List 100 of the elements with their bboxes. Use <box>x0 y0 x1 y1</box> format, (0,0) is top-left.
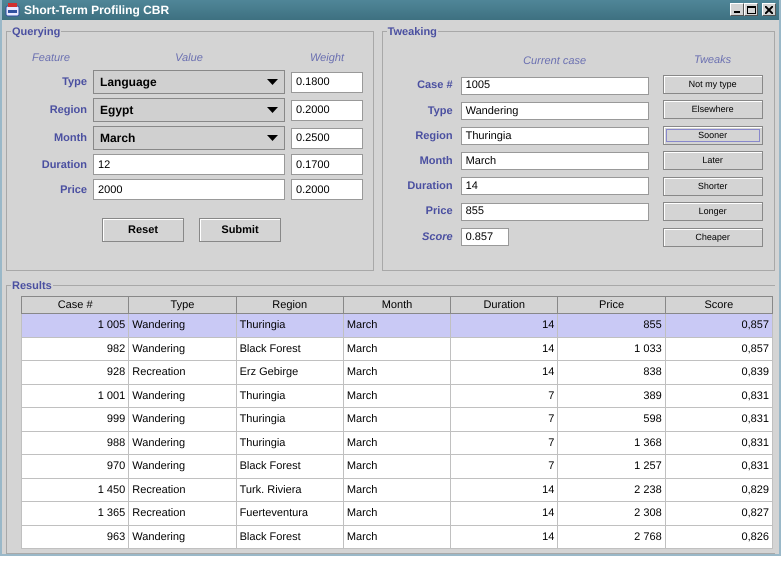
action-button[interactable]: Submit <box>199 218 281 242</box>
dropdown[interactable]: Language <box>93 70 285 94</box>
field-label: Region <box>50 104 87 116</box>
weight-field[interactable]: 0.2000 <box>291 179 363 200</box>
tweak-button[interactable]: Cheaper <box>662 228 763 247</box>
action-button[interactable]: Reset <box>102 218 184 242</box>
dropdown[interactable]: March <box>93 126 285 150</box>
tweak-button[interactable]: Longer <box>662 202 763 222</box>
field-label: Type <box>62 76 87 88</box>
table-cell: March <box>343 525 451 548</box>
table-row[interactable]: 1 001 Wandering Thuringia March 7 389 0,831 <box>22 384 772 408</box>
column-header[interactable]: Price <box>558 296 666 314</box>
field-label: Price <box>426 205 453 218</box>
table-cell: Thuringia <box>236 384 344 408</box>
table-cell: 0,839 <box>665 360 772 384</box>
table-cell: 14 <box>450 337 558 360</box>
table-cell: Wandering <box>128 384 236 408</box>
table-cell: 982 <box>22 337 129 360</box>
table-cell: Turk. Riviera <box>236 478 344 502</box>
table-row[interactable]: 928 Recreation Erz Gebirge March 14 838 0,839 <box>22 360 772 384</box>
table-cell: 928 <box>22 360 129 384</box>
table-cell: March <box>343 337 451 360</box>
column-header: Value <box>175 52 203 64</box>
table-cell: 14 <box>450 478 558 502</box>
table-cell: March <box>343 502 451 525</box>
tweak-button[interactable]: Later <box>662 151 763 170</box>
tweak-button[interactable]: Not my type <box>662 74 763 94</box>
column-header[interactable]: Month <box>343 296 451 314</box>
table-cell: 855 <box>558 314 666 337</box>
minimize-icon <box>734 11 740 14</box>
table-cell: 1 450 <box>22 478 129 502</box>
table-cell: 1 368 <box>558 431 666 454</box>
weight-field[interactable]: 0.2000 <box>291 100 363 121</box>
table-cell: 1 365 <box>22 502 129 525</box>
table-row[interactable]: 1 005 Wandering Thuringia March 14 855 0,857 <box>22 314 772 337</box>
table-cell: Thuringia <box>236 408 344 431</box>
field-label: Month <box>420 154 453 167</box>
table-cell: March <box>343 478 451 502</box>
field-label: Month <box>54 132 87 144</box>
table-cell: 7 <box>450 431 558 454</box>
table-cell: Thuringia <box>236 314 344 337</box>
column-header[interactable]: Duration <box>450 296 558 314</box>
case-field: 0.857 <box>460 228 509 246</box>
dropdown[interactable]: Egypt <box>93 98 285 122</box>
table-cell: 7 <box>450 384 558 408</box>
input-field[interactable]: 2000 <box>93 179 285 200</box>
table-cell: Wandering <box>128 431 236 454</box>
maximize-button[interactable] <box>744 3 758 16</box>
tweak-button[interactable]: Elsewhere <box>662 100 763 120</box>
caret-icon <box>267 107 278 114</box>
table-cell: 0,829 <box>665 478 772 502</box>
table-cell: 0,831 <box>665 454 772 478</box>
table-cell: 1 001 <box>22 384 129 408</box>
column-header: Feature <box>32 52 70 64</box>
table-cell: Erz Gebirge <box>236 360 344 384</box>
app-icon <box>5 2 20 17</box>
table-cell: Wandering <box>128 454 236 478</box>
table-cell: 999 <box>22 408 129 431</box>
weight-field[interactable]: 0.2500 <box>291 128 363 149</box>
table-row[interactable]: 963 Wandering Black Forest March 14 2 768 0,826 <box>22 525 772 548</box>
table-cell: Wandering <box>128 408 236 431</box>
table-row[interactable]: 970 Wandering Black Forest March 7 1 257 0,831 <box>22 454 772 478</box>
minimize-button[interactable] <box>730 3 744 16</box>
field-label: Price <box>60 184 87 196</box>
table-row[interactable]: 1 450 Recreation Turk. Riviera March 14 2 238 0,829 <box>22 478 772 502</box>
caret-icon <box>267 135 278 142</box>
tweak-button[interactable]: Sooner <box>662 126 763 145</box>
table-cell: 14 <box>450 525 558 548</box>
table-cell: March <box>343 431 451 454</box>
close-button[interactable] <box>762 3 776 16</box>
window-title: Short-Term Profiling CBR <box>24 2 170 19</box>
case-field: 14 <box>460 177 649 196</box>
case-field: 1005 <box>460 76 649 95</box>
table-row[interactable]: 1 365 Recreation Fuerteventura March 14 2 308 0,827 <box>22 502 772 525</box>
column-header[interactable]: Case # <box>22 296 129 314</box>
field-label: Case # <box>417 79 453 92</box>
column-header[interactable]: Region <box>236 296 344 314</box>
table-row[interactable]: 999 Wandering Thuringia March 7 598 0,831 <box>22 408 772 431</box>
table-cell: Wandering <box>128 337 236 360</box>
weight-field[interactable]: 0.1800 <box>291 72 363 93</box>
column-header[interactable]: Type <box>128 296 236 314</box>
table-cell: March <box>343 314 451 337</box>
table-cell: Black Forest <box>236 454 344 478</box>
table-cell: Wandering <box>128 525 236 548</box>
table-cell: 0,831 <box>665 384 772 408</box>
table-cell: 2 238 <box>558 478 666 502</box>
table-cell: 7 <box>450 408 558 431</box>
tweak-button[interactable]: Shorter <box>662 176 763 196</box>
table-cell: 7 <box>450 454 558 478</box>
table-row[interactable]: 988 Wandering Thuringia March 7 1 368 0,831 <box>22 431 772 454</box>
table-cell: 14 <box>450 360 558 384</box>
input-field[interactable]: 12 <box>93 154 285 176</box>
column-header: Weight <box>310 52 344 64</box>
table-row[interactable]: 982 Wandering Black Forest March 14 1 033 0,857 <box>22 337 772 360</box>
column-header[interactable]: Score <box>665 296 772 314</box>
table-cell: 14 <box>450 502 558 525</box>
table-cell: 14 <box>450 314 558 337</box>
weight-field[interactable]: 0.1700 <box>291 154 363 176</box>
table-cell: 0,827 <box>665 502 772 525</box>
case-field: Wandering <box>460 102 649 120</box>
